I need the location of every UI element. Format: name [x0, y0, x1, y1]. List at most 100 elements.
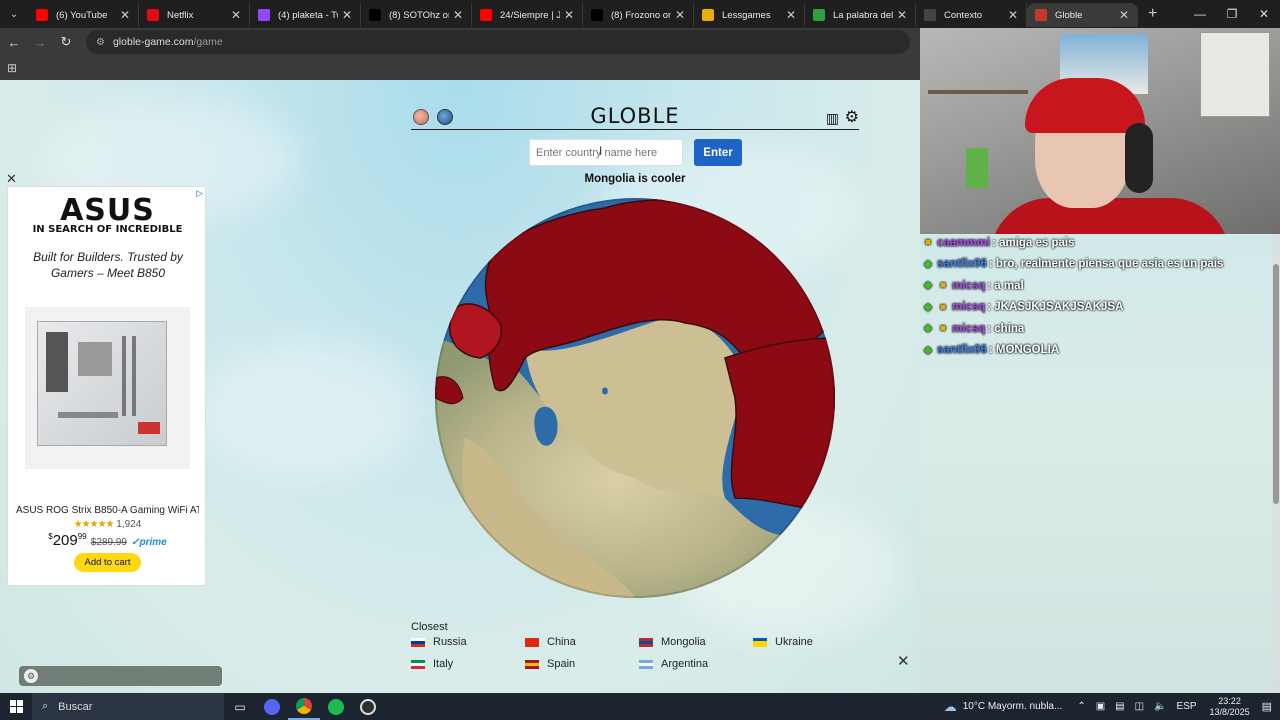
prime-badge: ✓prime — [131, 537, 167, 548]
motherboard-image — [37, 321, 167, 446]
country-flag-icon — [525, 637, 539, 647]
browser-tab[interactable]: (8) SOTOhz on X ✕ — [361, 3, 472, 27]
ad-close-icon[interactable]: ✕ — [6, 171, 17, 187]
forward-icon[interactable]: → — [28, 30, 52, 54]
task-view-icon[interactable]: ▭ — [224, 693, 256, 720]
back-icon[interactable]: ← — [2, 30, 26, 54]
address-bar[interactable]: ⚙ globle-game.com/game — [86, 30, 910, 54]
tab-favicon-icon — [924, 9, 936, 21]
new-tab-button[interactable]: + — [1148, 5, 1157, 23]
text-cursor-icon: I — [599, 144, 603, 158]
ad-slogan: IN SEARCH OF INCREDIBLE — [32, 224, 183, 235]
tab-title: Globle — [1055, 9, 1083, 21]
enter-button[interactable]: Enter — [694, 139, 742, 166]
closest-country: China — [525, 636, 639, 648]
tab-close-icon[interactable]: ✕ — [1119, 8, 1129, 22]
start-button[interactable] — [0, 693, 32, 720]
tray-monitor-icon[interactable]: ▣ — [1096, 701, 1105, 712]
bookmarks-bar: ⊞ — [0, 56, 920, 80]
tray-chevron-icon[interactable]: ⌃ — [1077, 701, 1085, 712]
search-label: Buscar — [58, 700, 93, 713]
tab-title: 24/Siempre | JESS — [500, 9, 560, 21]
country-name: Spain — [547, 658, 576, 670]
tab-title: Contexto — [944, 9, 983, 21]
browser-tab[interactable]: (4) plaketa - Twitch ✕ — [250, 3, 361, 27]
guessed-country-china[interactable] — [724, 337, 835, 510]
stats-icon[interactable]: ▥ — [826, 110, 839, 127]
game-header: GLOBLE ▥ ⚙ — [411, 104, 859, 130]
notifications-icon[interactable]: ▤ — [1262, 700, 1272, 713]
ad-brand: ASUS — [60, 193, 155, 228]
ad-product-image[interactable] — [25, 307, 190, 469]
chat-username[interactable]: caammmi — [937, 237, 990, 249]
clock[interactable]: 23:22 13/8/2025 — [1210, 696, 1250, 718]
price-dollars: 209 — [52, 532, 78, 549]
tab-close-icon[interactable]: ✕ — [342, 8, 352, 22]
site-info-icon[interactable]: ⚙ — [96, 37, 105, 48]
ad-rating: ★★★★★ 1,924 — [8, 519, 207, 530]
restore-icon[interactable]: ❐ — [1216, 0, 1248, 28]
browser-tab[interactable]: 24/Siempre | JESS ✕ — [472, 3, 583, 27]
close-window-icon[interactable]: ✕ — [1248, 0, 1280, 28]
browser-tab[interactable]: (6) YouTube ✕ — [28, 3, 139, 27]
url-path: /game — [193, 36, 223, 48]
tab-search-button[interactable]: ⌄ — [0, 0, 28, 28]
close-icon[interactable]: ✕ — [897, 652, 910, 670]
minimize-icon[interactable]: — — [1184, 0, 1216, 28]
chat-username[interactable]: santfix06 — [937, 344, 987, 356]
tab-title: Netflix — [167, 9, 194, 21]
settings-dot-icon[interactable]: ⚙ — [24, 669, 38, 683]
tab-close-icon[interactable]: ✕ — [1008, 8, 1018, 22]
tray-network-icon[interactable]: ◫ — [1135, 701, 1144, 712]
tab-close-icon[interactable]: ✕ — [786, 8, 796, 22]
ad-product-name[interactable]: ASUS ROG Strix B850-A Gaming WiFi AT... — [16, 505, 199, 516]
spotify-icon[interactable] — [320, 693, 352, 720]
tab-close-icon[interactable]: ✕ — [120, 8, 130, 22]
volume-icon[interactable]: 🔈 — [1154, 701, 1166, 712]
chat-username[interactable]: micsq — [952, 301, 985, 313]
country-name: Ukraine — [775, 636, 813, 648]
add-to-cart-button[interactable]: Add to cart — [74, 553, 141, 572]
tab-close-icon[interactable]: ✕ — [675, 8, 685, 22]
browser-tab[interactable]: Netflix ✕ — [139, 3, 250, 27]
wall-poster — [1200, 32, 1270, 117]
scrollbar-thumb[interactable] — [1273, 264, 1279, 504]
language-indicator[interactable]: ESP — [1177, 701, 1197, 712]
url-host: globle-game.com — [112, 36, 194, 48]
browser-tab[interactable]: Lessgames ✕ — [694, 3, 805, 27]
settings-gear-icon[interactable]: ⚙ — [845, 107, 859, 127]
globe-map[interactable] — [435, 198, 835, 598]
tab-close-icon[interactable]: ✕ — [897, 8, 907, 22]
window-controls: — ❐ ✕ — [1184, 0, 1280, 28]
webcam-feed — [920, 28, 1280, 234]
tab-close-icon[interactable]: ✕ — [453, 8, 463, 22]
reload-icon[interactable]: ↻ — [54, 30, 78, 54]
rating-stars: ★★★★★ — [73, 519, 115, 530]
weather-widget[interactable]: ☁ 10°C Mayorm. nubla... — [944, 699, 1063, 715]
tab-close-icon[interactable]: ✕ — [231, 8, 241, 22]
tray-device-icon[interactable]: ▤ — [1115, 701, 1124, 712]
chat-text: : bro, realmente piensa que asia es un p… — [988, 258, 1224, 271]
globle-page: GLOBLE ▥ ⚙ I Enter Mongolia is cooler — [0, 80, 920, 693]
chat-username[interactable]: micsq — [952, 323, 985, 335]
chat-username[interactable]: micsq — [952, 280, 985, 292]
tab-favicon-icon — [480, 9, 492, 21]
country-flag-icon — [525, 659, 539, 669]
browser-tab[interactable]: Globle ✕ — [1027, 3, 1138, 27]
taskbar-search[interactable]: ⌕ Buscar — [32, 693, 224, 720]
chrome-icon[interactable] — [288, 693, 320, 720]
tab-close-icon[interactable]: ✕ — [564, 8, 574, 22]
browser-tab[interactable]: La palabra del día ✕ — [805, 3, 916, 27]
discord-icon[interactable] — [256, 693, 288, 720]
video-overlay-bar[interactable]: ⚙ — [19, 666, 222, 686]
page-scrollbar[interactable] — [1272, 234, 1280, 693]
advertisement[interactable]: ▷ ASUS IN SEARCH OF INCREDIBLE Built for… — [7, 186, 206, 586]
tab-title: La palabra del día — [833, 9, 893, 21]
chat-username[interactable]: santfix06 — [937, 258, 987, 270]
apps-grid-icon[interactable]: ⊞ — [7, 61, 17, 75]
browser-tab[interactable]: Contexto ✕ — [916, 3, 1027, 27]
browser-tab[interactable]: (8) Frozono on X ✕ — [583, 3, 694, 27]
windows-taskbar: ⌕ Buscar ▭ ☁ 10°C Mayorm. nubla... ⌃ ▣ ▤ ◫… — [0, 693, 1280, 720]
obs-icon[interactable] — [352, 693, 384, 720]
country-guess-input[interactable] — [529, 139, 683, 166]
